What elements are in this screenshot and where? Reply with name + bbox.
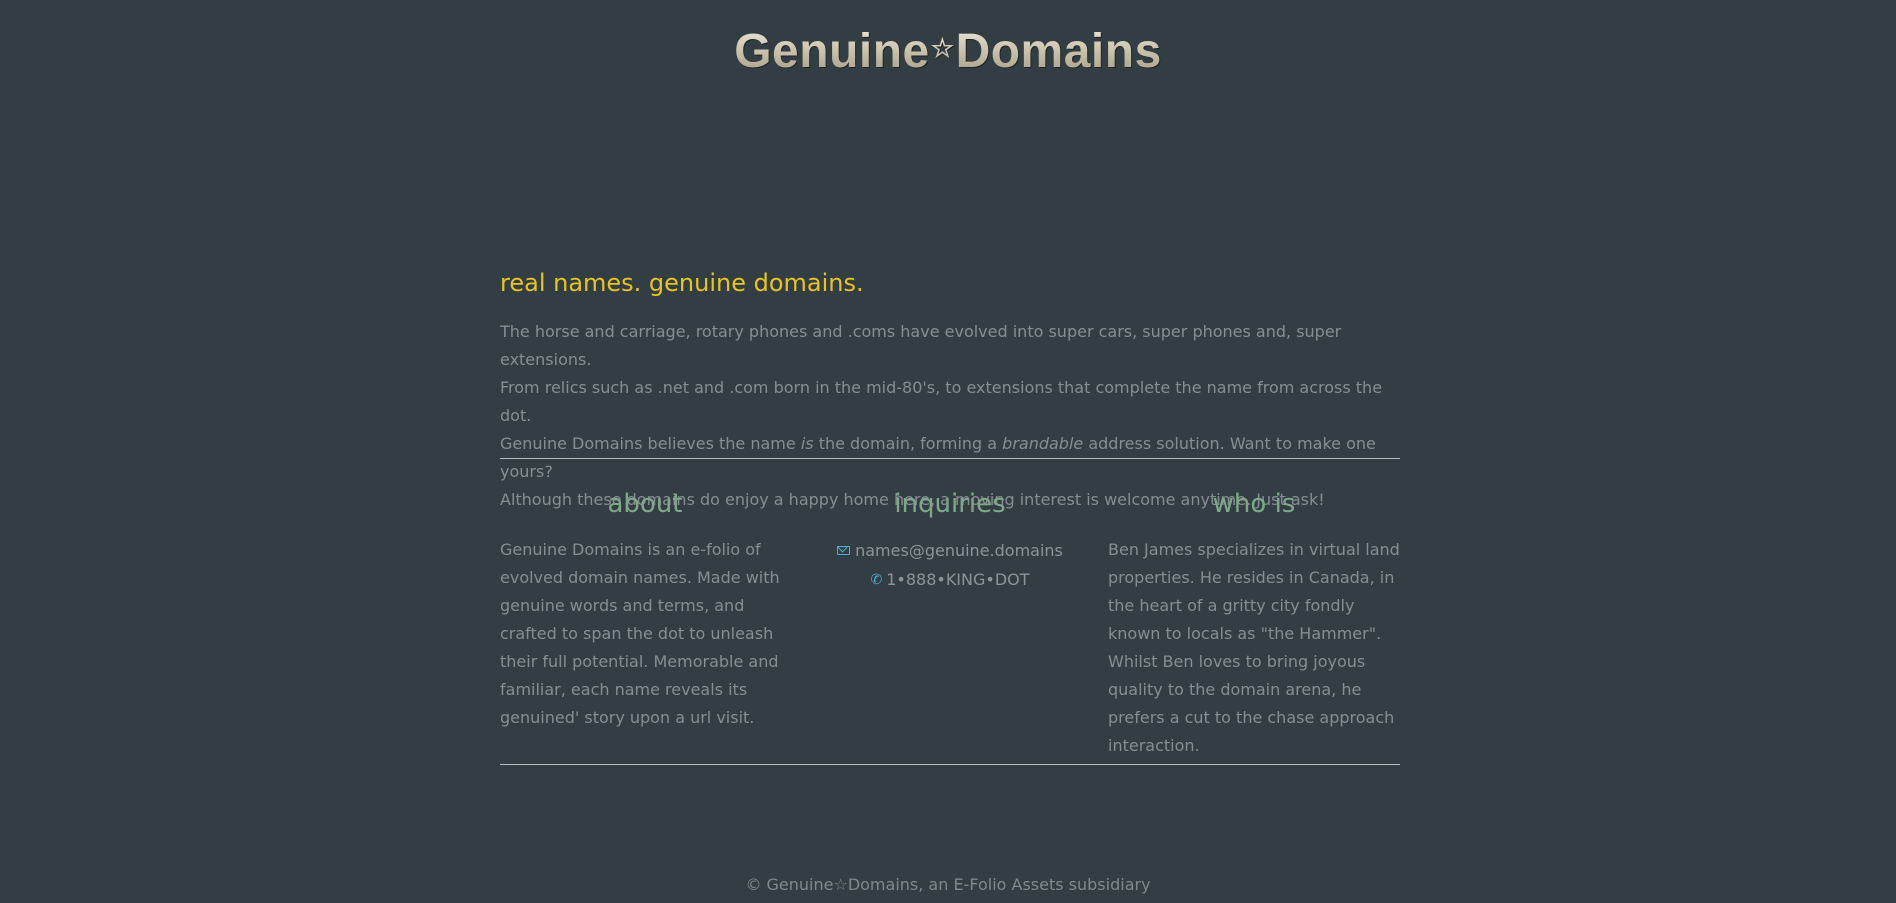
tagline: real names. genuine domains. bbox=[500, 269, 864, 297]
intro-line-3b: the domain, forming a bbox=[813, 434, 1003, 453]
whois-section: who is Ben James specializes in virtual … bbox=[1108, 486, 1400, 760]
divider-bottom bbox=[500, 764, 1400, 765]
intro-line-3a: Genuine Domains believes the name bbox=[500, 434, 801, 453]
footer-copyright: © Genuine☆Domains, an E-Folio Assets sub… bbox=[745, 875, 1151, 894]
inquiries-heading: inquiries bbox=[894, 489, 1006, 519]
phone-link[interactable]: 1•888•KING•DOT bbox=[886, 570, 1029, 589]
envelope-icon bbox=[837, 546, 851, 555]
intro-line-2: From relics such as .net and .com born i… bbox=[500, 378, 1383, 425]
divider-top bbox=[500, 458, 1400, 459]
email-link[interactable]: names@genuine.domains bbox=[855, 541, 1063, 560]
intro-line-1: The horse and carriage, rotary phones an… bbox=[500, 322, 1342, 369]
main-content: real names. genuine domains. The horse a… bbox=[500, 266, 1400, 514]
contact-info: names@genuine.domains ✆ 1•888•KING•DOT bbox=[800, 536, 1100, 595]
intro-paragraph: The horse and carriage, rotary phones an… bbox=[500, 318, 1400, 514]
inquiries-section: inquiries names@genuine.domains ✆ 1•888•K… bbox=[800, 486, 1100, 595]
intro-emphasis-is: is bbox=[800, 434, 814, 453]
email-row: names@genuine.domains bbox=[800, 536, 1100, 565]
whois-heading: who is bbox=[1212, 489, 1296, 519]
phone-row: ✆ 1•888•KING•DOT bbox=[800, 565, 1100, 595]
about-heading: about bbox=[607, 489, 683, 519]
whois-body: Ben James specializes in virtual land pr… bbox=[1108, 540, 1400, 755]
site-logo[interactable]: Genuine☆Domains bbox=[0, 22, 1896, 78]
intro-emphasis-brandable: brandable bbox=[1002, 434, 1084, 453]
about-body: Genuine Domains is an e-folio of evolved… bbox=[500, 540, 780, 727]
logo-text-domains: Domains bbox=[955, 25, 1162, 78]
logo-text-genuine: Genuine bbox=[734, 25, 930, 78]
about-section: about Genuine Domains is an e-folio of e… bbox=[500, 486, 790, 732]
phone-icon: ✆ bbox=[870, 572, 883, 588]
star-icon: ☆ bbox=[930, 33, 955, 63]
